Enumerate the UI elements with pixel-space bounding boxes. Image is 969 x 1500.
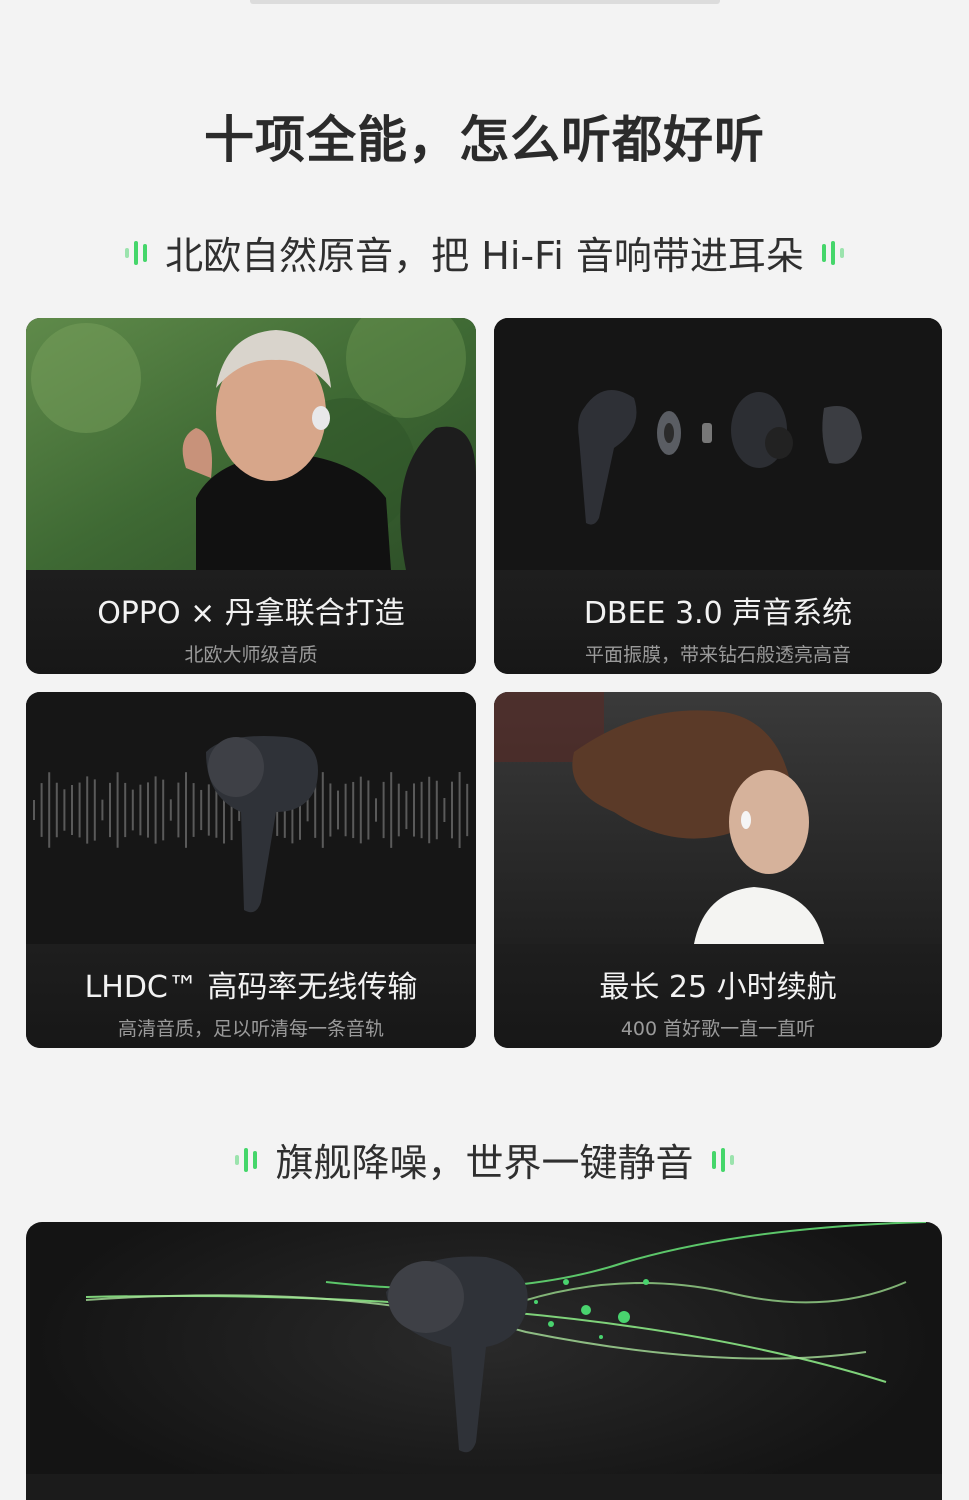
- section-heading-anc: 旗舰降噪，世界一键静音: [0, 1132, 969, 1187]
- top-divider: [250, 0, 720, 4]
- section-heading-text: 旗舰降噪，世界一键静音: [275, 1141, 694, 1185]
- card-subtitle: 高清音质，足以听清每一条音轨: [117, 1018, 384, 1040]
- page-title: 十项全能，怎么听都好听: [204, 111, 765, 169]
- card-subtitle: 北欧大师级音质: [184, 644, 318, 666]
- card-subtitle: 400 首好歌一直一直听: [620, 1018, 816, 1040]
- section-heading-hifi: 北欧自然原音，把 Hi-Fi 音响带进耳朵: [0, 225, 969, 280]
- sound-wave-icon: [125, 240, 148, 265]
- card-caption: LHDC™ 高码率无线传输 高清音质，足以听清每一条音轨: [26, 944, 476, 1048]
- sound-wave-icon: [711, 1147, 734, 1172]
- card-caption: 最长 25 小时续航 400 首好歌一直一直听: [494, 944, 942, 1048]
- feature-card-dynaudio[interactable]: OPPO × 丹拿联合打造 北欧大师级音质: [26, 318, 476, 674]
- earbud-noise-lines: [85, 1222, 927, 1453]
- card-caption: OPPO × 丹拿联合打造 北欧大师级音质: [26, 570, 476, 674]
- woman-running-photo: [494, 692, 942, 944]
- card-title: DBEE 3.0 声音系统: [583, 596, 853, 631]
- card-title: LHDC™ 高码率无线传输: [84, 970, 418, 1005]
- card-caption: DBEE 3.0 声音系统 平面振膜，带来钻石般透亮高音: [494, 570, 942, 674]
- card-title: OPPO × 丹拿联合打造: [97, 596, 405, 631]
- earbud-exploded-view: [494, 318, 942, 570]
- sound-wave-icon: [821, 240, 844, 265]
- card-title: 最长 25 小时续航: [599, 970, 837, 1005]
- earbud-soundwave: [26, 692, 476, 944]
- sound-wave-icon: [235, 1147, 258, 1172]
- feature-card-battery[interactable]: 最长 25 小时续航 400 首好歌一直一直听: [494, 692, 942, 1048]
- card-caption: [26, 1474, 942, 1500]
- feature-card-lhdc[interactable]: LHDC™ 高码率无线传输 高清音质，足以听清每一条音轨: [26, 692, 476, 1048]
- card-subtitle: 平面振膜，带来钻石般透亮高音: [584, 644, 851, 666]
- man-wearing-earbud-photo: [26, 318, 476, 570]
- feature-card-dbee[interactable]: DBEE 3.0 声音系统 平面振膜，带来钻石般透亮高音: [494, 318, 942, 674]
- noise-cancellation-card[interactable]: [26, 1222, 942, 1500]
- section-heading-text: 北欧自然原音，把 Hi-Fi 音响带进耳朵: [165, 234, 804, 278]
